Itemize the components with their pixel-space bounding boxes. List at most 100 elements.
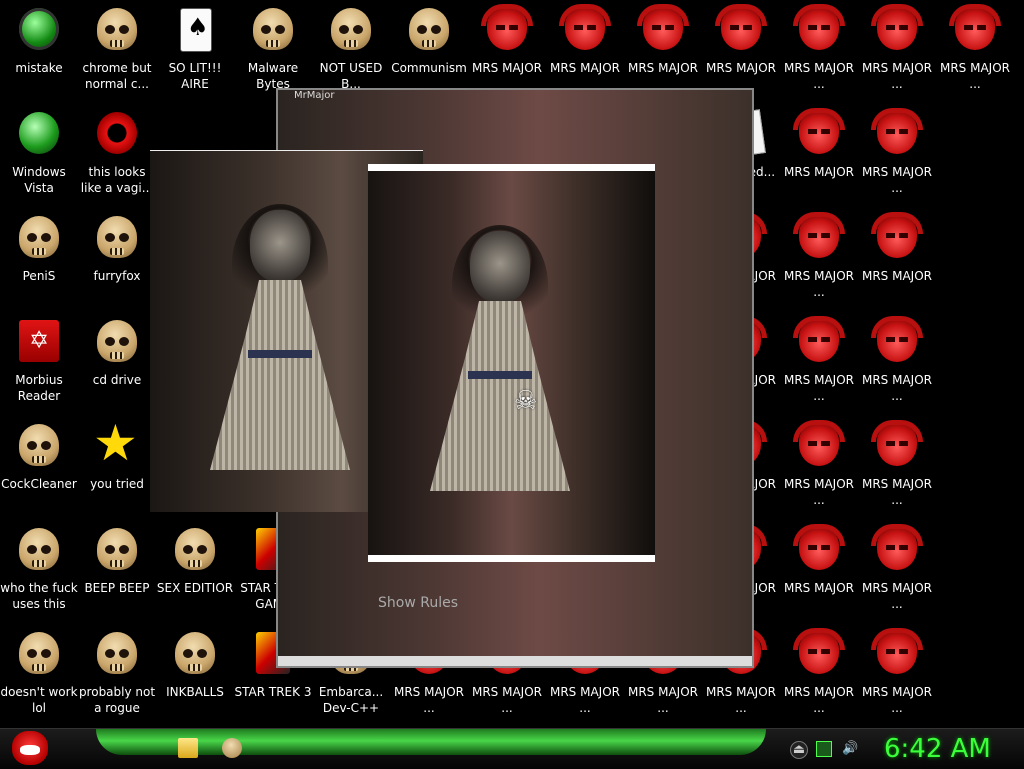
devil-icon (715, 4, 767, 50)
devil-icon (793, 628, 845, 674)
desktop-icon[interactable]: MRS MAJOR (780, 522, 858, 626)
desktop-icon[interactable]: MRS MAJOR ... (858, 626, 936, 728)
window-border (150, 150, 423, 151)
desktop-icon-label: Embarca... Dev-C++ (318, 685, 384, 715)
desktop-icon[interactable]: mistake (0, 2, 78, 106)
doll-figure (430, 225, 570, 491)
desktop-icon-label: INKBALLS (166, 685, 224, 699)
desktop-icon[interactable]: MRS MAJOR ... (858, 418, 936, 522)
desktop-icon[interactable]: MRS MAJOR ... (858, 314, 936, 418)
taskbar-clock[interactable]: 6:42 AM (884, 734, 991, 764)
desktop-icon-label: chrome but normal c... (82, 61, 152, 91)
desktop-icon[interactable]: SEX EDITIOR (156, 522, 234, 626)
desktop-icon[interactable]: MRS MAJOR (780, 106, 858, 210)
opera-icon (97, 112, 137, 154)
desktop-icon[interactable]: you tried (78, 414, 156, 522)
recycle-icon (19, 112, 59, 154)
desktop-icon-label: Windows Vista (12, 165, 66, 195)
skull-icon[interactable] (222, 738, 242, 758)
desktop-icon-label: probably not a rogue (78, 685, 156, 715)
desktop-icon-label: mistake (15, 61, 63, 75)
desktop-icon[interactable]: MRS MAJOR (858, 210, 936, 314)
card-icon (180, 8, 212, 52)
network-icon[interactable] (816, 741, 832, 757)
desktop-icon[interactable]: MRS MAJOR ... (780, 2, 858, 106)
desktop-icon[interactable]: furryfox (78, 210, 156, 314)
desktop-icon-label: MRS MAJOR ... (861, 477, 932, 507)
desktop-icon[interactable]: doesn't work lol (0, 626, 78, 728)
desktop-icon[interactable]: Windows Vista (0, 106, 78, 210)
desktop-icon[interactable]: MRS MAJOR ... (858, 2, 936, 106)
doll-image-window-front[interactable] (368, 164, 655, 562)
skull-icon (409, 8, 449, 50)
desktop-icon-label: PeniS (22, 269, 56, 283)
desktop-icon[interactable]: MRS MAJOR ... (780, 210, 858, 314)
desktop-icon[interactable]: BEEP BEEP (78, 522, 156, 626)
desktop-icon[interactable]: probably not a rogue (78, 626, 156, 728)
skull-icon (97, 8, 137, 50)
desktop-icon[interactable]: MRS MAJOR ... (858, 522, 936, 626)
desktop-icon-label: MRS MAJOR ... (861, 581, 932, 611)
desktop-icon-label: MRS MAJOR ... (705, 685, 776, 715)
taskbar: ⏏ 🔊 6:42 AM (0, 728, 1024, 769)
devil-icon (871, 628, 923, 674)
skull-icon (175, 632, 215, 674)
devil-icon (637, 4, 689, 50)
desktop-icon-label: MRS MAJOR (861, 269, 932, 283)
volume-icon[interactable]: 🔊 (842, 741, 858, 757)
desktop-icon-label: MRS MAJOR ... (783, 685, 854, 715)
window-frame-bottom (278, 656, 752, 666)
desktop-icon[interactable]: MRS MAJOR ... (780, 626, 858, 728)
pdf-icon (19, 320, 59, 362)
desktop-icon-label: BEEP BEEP (84, 581, 150, 595)
skull-icon (175, 528, 215, 570)
desktop-icon-label: doesn't work lol (0, 685, 78, 715)
eject-icon[interactable]: ⏏ (790, 741, 808, 759)
desktop-icon-label: MRS MAJOR ... (861, 685, 932, 715)
skull-icon (19, 528, 59, 570)
desktop-icon-label: MRS MAJOR ... (783, 477, 854, 507)
skull-icon (19, 632, 59, 674)
desktop-icon-label: MRS MAJOR ... (627, 685, 698, 715)
desktop-icon[interactable]: PeniS (0, 210, 78, 314)
desktop-icon-label: MRS MAJOR (705, 61, 776, 75)
desktop-icon[interactable]: who the fuck uses this (0, 522, 78, 626)
desktop-icon[interactable]: MRS MAJOR ... (936, 2, 1014, 106)
desktop-icon[interactable]: MRS MAJOR ... (780, 418, 858, 522)
desktop-icon-label: you tried (90, 477, 144, 491)
desktop-icon[interactable]: SO LIT!!! AIRE (156, 2, 234, 106)
desktop-icon[interactable]: MRS MAJOR ... (780, 314, 858, 418)
desktop-icon[interactable]: MRS MAJOR ... (858, 106, 936, 210)
desktop-icon[interactable]: CockCleaner (0, 418, 78, 522)
angry-bird-icon (12, 731, 48, 765)
skull-icon (97, 320, 137, 362)
devil-icon (793, 108, 845, 154)
green-orb-icon (19, 8, 59, 50)
desktop-icon-label: Communism (391, 61, 467, 75)
devil-icon (871, 524, 923, 570)
devil-icon (793, 316, 845, 362)
desktop-icon-label: MRS MAJOR ... (393, 685, 464, 715)
doll-photo (368, 171, 655, 555)
desktop-icon-label: SO LIT!!! AIRE (168, 61, 222, 91)
start-button[interactable] (8, 729, 52, 769)
desktop-icon[interactable]: Morbius Reader (0, 314, 78, 418)
desktop-icon-label: MRS MAJOR (627, 61, 698, 75)
devil-icon (949, 4, 1001, 50)
desktop-icon-label: MRS MAJOR ... (549, 685, 620, 715)
devil-icon (871, 4, 923, 50)
folder-icon[interactable] (178, 738, 198, 758)
desktop-icon-label: SEX EDITIOR (156, 581, 234, 595)
desktop-icon-label: MRS MAJOR ... (861, 373, 932, 403)
desktop-icon[interactable]: this looks like a vagi... (78, 106, 156, 210)
desktop-icon[interactable]: cd drive (78, 314, 156, 418)
desktop-icon[interactable]: chrome but normal c... (78, 2, 156, 106)
desktop-icon[interactable]: INKBALLS (156, 626, 234, 728)
devil-icon (481, 4, 533, 50)
devil-icon (793, 524, 845, 570)
skull-icon (331, 8, 371, 50)
star-icon (93, 414, 138, 472)
skull-icon (19, 424, 59, 466)
desktop-icon-label: MRS MAJOR ... (783, 373, 854, 403)
desktop-icon-label: MRS MAJOR (549, 61, 620, 75)
